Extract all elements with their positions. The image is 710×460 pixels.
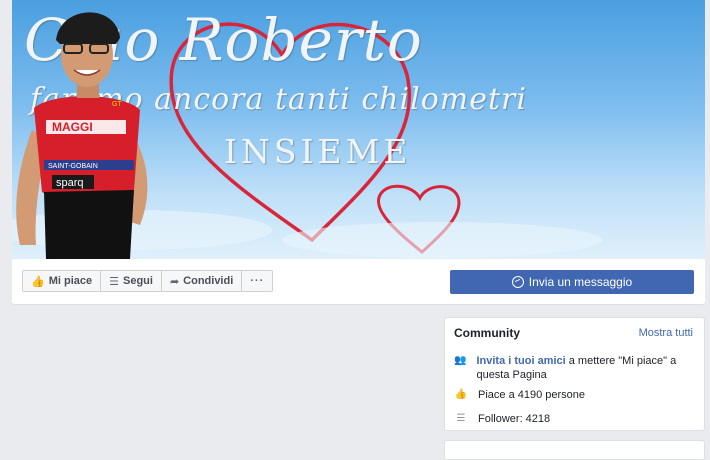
likes-count: Piace a 4190 persone [478,389,586,401]
more-label: ··· [250,275,265,287]
next-card [444,440,705,460]
thumbs-up-icon: 👍 [31,275,45,288]
see-all-link[interactable]: Mostra tutti [639,327,693,339]
page-actions: 👍 Mi piace ☰ Segui ➦ Condividi ··· [22,270,274,292]
invite-friends-link[interactable]: Invita i tuoi amici [476,355,565,367]
follow-label: Segui [122,275,153,287]
send-message-button[interactable]: Invia un messaggio [450,270,694,294]
share-button[interactable]: ➦ Condividi [160,270,243,292]
rss-icon: ☰ [456,413,466,424]
more-options-button[interactable]: ··· [241,270,274,292]
jersey-label: GT [112,101,122,108]
community-card: Community Mostra tutti 👥 Invita i tuoi a… [444,317,705,431]
people-icon: 👥 [454,355,467,366]
cyclist-figure: MAGGI SAINT-GOBAIN sparq GT [16,12,148,259]
jersey-label: SAINT-GOBAIN [48,163,98,170]
rss-icon: ☰ [109,275,119,288]
share-label: Condividi [183,275,234,287]
followers-count: Follower: 4218 [478,413,551,425]
share-arrow-icon: ➦ [169,275,180,288]
follow-button[interactable]: ☰ Segui [100,270,162,292]
page-action-bar: 👍 Mi piace ☰ Segui ➦ Condividi ··· Invia… [12,259,705,305]
thumbs-up-icon: 👍 [454,389,468,400]
jersey-label: MAGGI [52,120,93,134]
cover-insieme: INSIEME [224,132,412,171]
like-label: Mi piace [48,275,93,287]
likes-row: 👍 Piace a 4190 persone [454,389,585,401]
jersey-label: sparq [56,177,84,189]
like-button[interactable]: 👍 Mi piace [22,270,102,292]
invite-friends-row: 👥 Invita i tuoi amici a mettere "Mi piac… [454,354,694,382]
followers-row: ☰ Follower: 4218 [454,413,551,425]
community-title: Community [454,326,520,340]
messenger-icon [511,276,524,288]
cover-photo[interactable]: Ciao Roberto faremo ancora tanti chilome… [12,0,705,259]
send-message-label: Invia un messaggio [528,275,633,289]
